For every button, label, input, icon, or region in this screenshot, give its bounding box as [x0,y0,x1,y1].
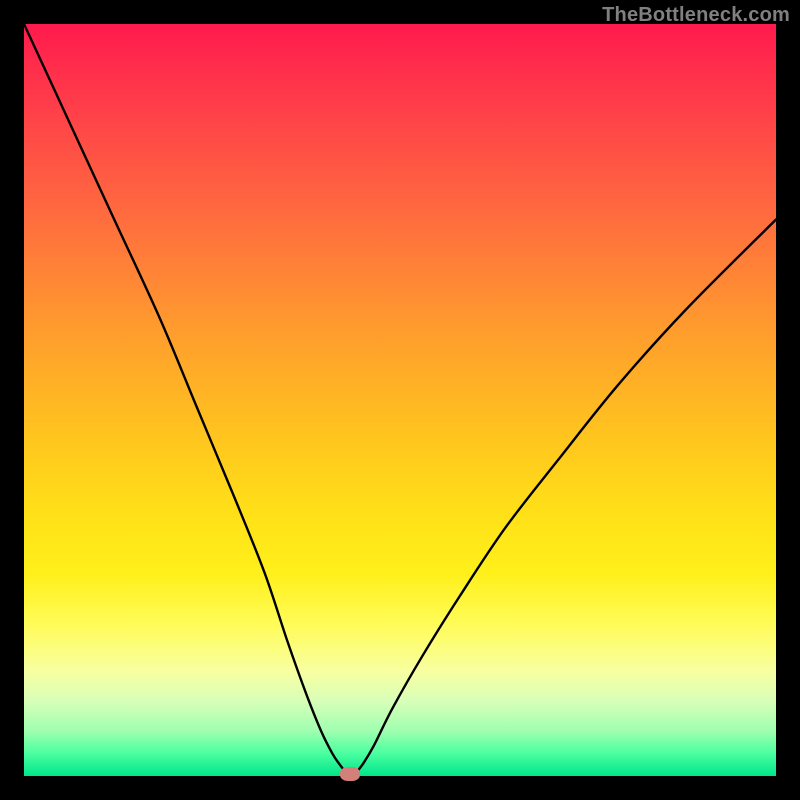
plot-area [24,24,776,776]
curve-line [24,24,776,776]
curve-svg [24,24,776,776]
curve-minimum-marker [340,767,360,781]
chart-stage: TheBottleneck.com [0,0,800,800]
